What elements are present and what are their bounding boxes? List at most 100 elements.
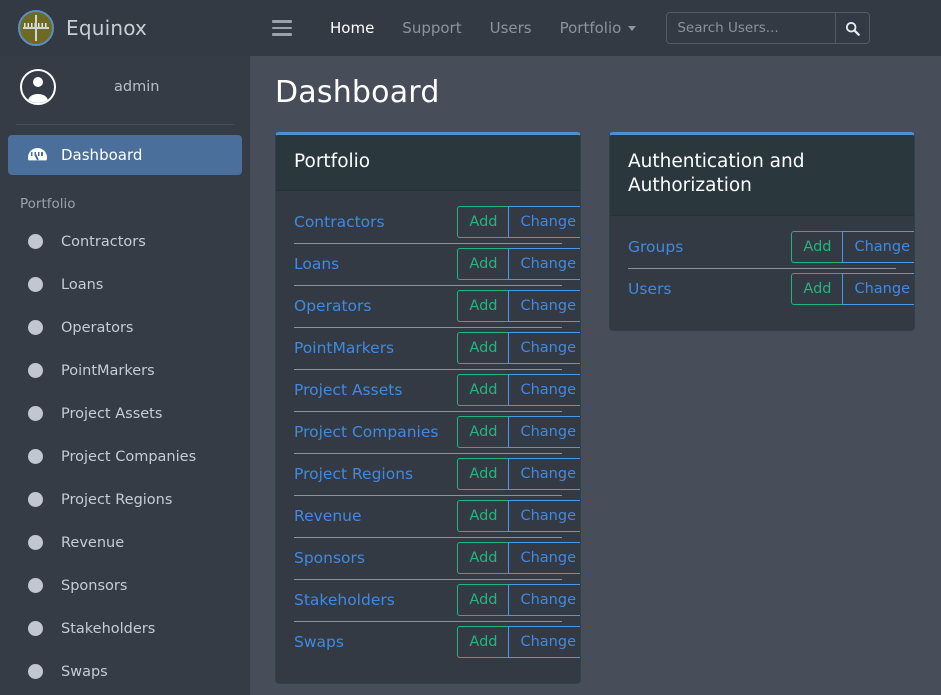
circle-bullet-icon — [28, 320, 43, 335]
model-actions: Add Change — [457, 374, 581, 406]
brand[interactable]: Equinox — [0, 10, 250, 46]
add-button-project-companies[interactable]: Add — [457, 416, 508, 448]
model-link-project-companies[interactable]: Project Companies — [294, 423, 438, 441]
sidebar-item-project-regions[interactable]: Project Regions — [0, 478, 250, 521]
sidebar-item-label: Swaps — [61, 664, 108, 680]
model-link-project-assets[interactable]: Project Assets — [294, 381, 402, 399]
change-button-project-assets[interactable]: Change — [508, 374, 581, 406]
change-button-project-companies[interactable]: Change — [508, 416, 581, 448]
sidebar-item-label: Operators — [61, 320, 133, 336]
search-input[interactable] — [667, 13, 835, 43]
circle-bullet-icon — [28, 621, 43, 636]
sidebar-item-label: Sponsors — [61, 578, 127, 594]
sidebar: admin Dashboard Portfolio Contractors Lo… — [0, 56, 250, 695]
add-button-pointmarkers[interactable]: Add — [457, 332, 508, 364]
circle-bullet-icon — [28, 234, 43, 249]
sidebar-user-name: admin — [114, 79, 159, 95]
sidebar-item-label: Stakeholders — [61, 621, 155, 637]
logo-ticks — [24, 23, 48, 27]
change-button-users[interactable]: Change — [842, 273, 915, 305]
change-button-pointmarkers[interactable]: Change — [508, 332, 581, 364]
model-row-sponsors: Sponsors Add Change — [276, 537, 580, 579]
sidebar-item-project-assets[interactable]: Project Assets — [0, 392, 250, 435]
sidebar-item-operators[interactable]: Operators — [0, 306, 250, 349]
change-button-project-regions[interactable]: Change — [508, 458, 581, 490]
model-actions: Add Change — [457, 542, 581, 574]
nav-link-portfolio-label: Portfolio — [560, 19, 622, 37]
model-actions: Add Change — [457, 500, 581, 532]
sidebar-user-block[interactable]: admin — [0, 56, 250, 118]
card-auth-header: Authentication and Authorization — [610, 135, 914, 216]
add-button-revenue[interactable]: Add — [457, 500, 508, 532]
model-actions: Add Change — [457, 458, 581, 490]
circle-bullet-icon — [28, 492, 43, 507]
add-button-loans[interactable]: Add — [457, 248, 508, 280]
sidebar-item-sponsors[interactable]: Sponsors — [0, 564, 250, 607]
add-button-stakeholders[interactable]: Add — [457, 584, 508, 616]
sidebar-item-project-companies[interactable]: Project Companies — [0, 435, 250, 478]
model-link-users[interactable]: Users — [628, 280, 671, 298]
model-link-project-regions[interactable]: Project Regions — [294, 465, 413, 483]
sidebar-item-swaps[interactable]: Swaps — [0, 650, 250, 693]
change-button-groups[interactable]: Change — [842, 231, 915, 263]
sidebar-item-pointmarkers[interactable]: PointMarkers — [0, 349, 250, 392]
model-link-contractors[interactable]: Contractors — [294, 213, 385, 231]
change-button-loans[interactable]: Change — [508, 248, 581, 280]
change-button-contractors[interactable]: Change — [508, 206, 581, 238]
model-link-loans[interactable]: Loans — [294, 255, 339, 273]
sidebar-item-dashboard-label: Dashboard — [61, 146, 142, 164]
sidebar-item-dashboard[interactable]: Dashboard — [8, 135, 242, 175]
change-button-sponsors[interactable]: Change — [508, 542, 581, 574]
change-button-revenue[interactable]: Change — [508, 500, 581, 532]
change-button-operators[interactable]: Change — [508, 290, 581, 322]
model-actions: Add Change — [457, 290, 581, 322]
circle-bullet-icon — [28, 277, 43, 292]
nav-link-portfolio-dropdown[interactable]: Portfolio — [546, 13, 651, 43]
sidebar-item-contractors[interactable]: Contractors — [0, 220, 250, 263]
nav-link-support[interactable]: Support — [388, 13, 475, 43]
add-button-sponsors[interactable]: Add — [457, 542, 508, 574]
add-button-users[interactable]: Add — [791, 273, 842, 305]
model-row-users: Users Add Change — [610, 268, 914, 310]
add-button-operators[interactable]: Add — [457, 290, 508, 322]
navbar-links: Home Support Users Portfolio — [272, 12, 870, 44]
card-auth-title: Authentication and Authorization — [628, 150, 896, 199]
change-button-swaps[interactable]: Change — [508, 626, 581, 658]
model-actions: Add Change — [457, 626, 581, 658]
nav-link-home[interactable]: Home — [316, 13, 388, 43]
add-button-project-assets[interactable]: Add — [457, 374, 508, 406]
model-actions: Add Change — [457, 584, 581, 616]
sidebar-item-label: Loans — [61, 277, 103, 293]
sidebar-item-stakeholders[interactable]: Stakeholders — [0, 607, 250, 650]
change-button-stakeholders[interactable]: Change — [508, 584, 581, 616]
chevron-down-icon — [628, 26, 636, 31]
gauge-icon — [28, 148, 47, 163]
sidebar-item-label: Revenue — [61, 535, 124, 551]
add-button-contractors[interactable]: Add — [457, 206, 508, 238]
add-button-groups[interactable]: Add — [791, 231, 842, 263]
model-link-revenue[interactable]: Revenue — [294, 507, 362, 525]
search-button[interactable] — [835, 13, 869, 43]
model-link-stakeholders[interactable]: Stakeholders — [294, 591, 395, 609]
brand-name: Equinox — [66, 16, 147, 40]
model-link-groups[interactable]: Groups — [628, 238, 683, 256]
add-button-swaps[interactable]: Add — [457, 626, 508, 658]
model-row-project-regions: Project Regions Add Change — [276, 453, 580, 495]
model-link-sponsors[interactable]: Sponsors — [294, 549, 365, 567]
add-button-project-regions[interactable]: Add — [457, 458, 508, 490]
sidebar-section-label: Portfolio — [0, 175, 250, 212]
model-link-swaps[interactable]: Swaps — [294, 633, 344, 651]
top-navbar: Equinox Home Support Users Portfolio — [0, 0, 941, 56]
model-link-operators[interactable]: Operators — [294, 297, 371, 315]
sidebar-item-label: PointMarkers — [61, 363, 155, 379]
sidebar-item-list: Contractors Loans Operators PointMarkers… — [0, 220, 250, 693]
main-content: Dashboard Portfolio Contractors Add Chan… — [250, 56, 941, 695]
model-link-pointmarkers[interactable]: PointMarkers — [294, 339, 394, 357]
sidebar-item-loans[interactable]: Loans — [0, 263, 250, 306]
hamburger-icon[interactable] — [272, 20, 292, 36]
nav-link-users[interactable]: Users — [476, 13, 546, 43]
sidebar-item-label: Project Regions — [61, 492, 172, 508]
sidebar-item-revenue[interactable]: Revenue — [0, 521, 250, 564]
page-title: Dashboard — [250, 56, 941, 110]
model-actions: Add Change — [457, 206, 581, 238]
